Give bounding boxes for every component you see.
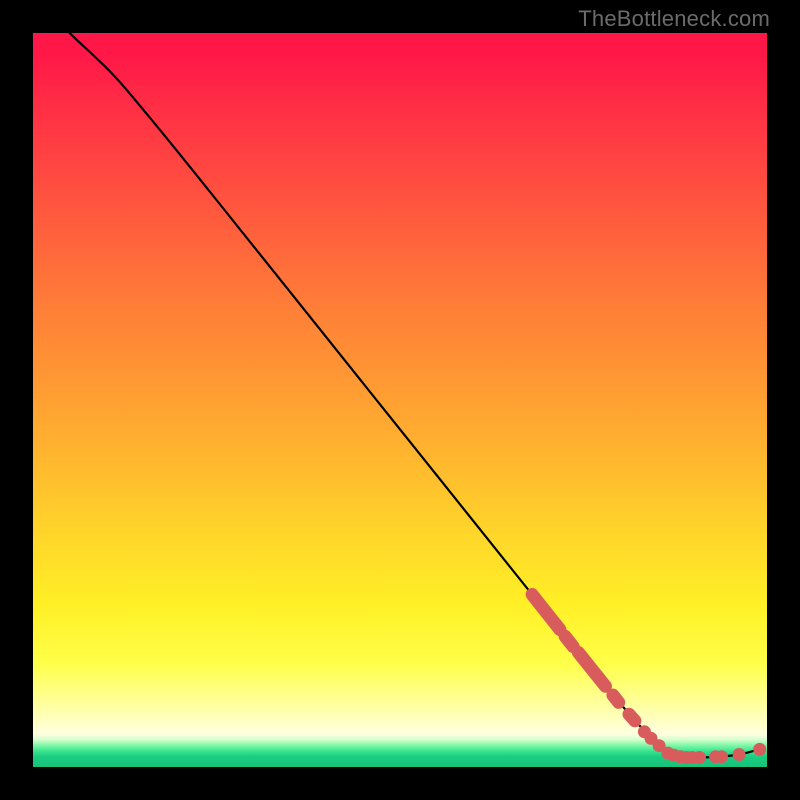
chart-plot-area xyxy=(33,33,767,767)
data-density-segments xyxy=(532,595,635,721)
data-point-dots xyxy=(638,725,766,764)
chart-overlay xyxy=(33,33,767,767)
bottleneck-curve-line xyxy=(70,33,760,758)
density-segment xyxy=(565,636,573,646)
density-segment xyxy=(532,595,560,630)
density-segment xyxy=(629,714,635,721)
density-segment xyxy=(613,695,619,702)
data-point-dot xyxy=(733,748,746,761)
density-segment xyxy=(578,653,605,687)
data-point-dot xyxy=(715,750,728,763)
chart-stage: TheBottleneck.com xyxy=(0,0,800,800)
data-point-dot xyxy=(693,751,706,764)
data-point-dot xyxy=(753,743,766,756)
watermark-text: TheBottleneck.com xyxy=(578,6,770,32)
